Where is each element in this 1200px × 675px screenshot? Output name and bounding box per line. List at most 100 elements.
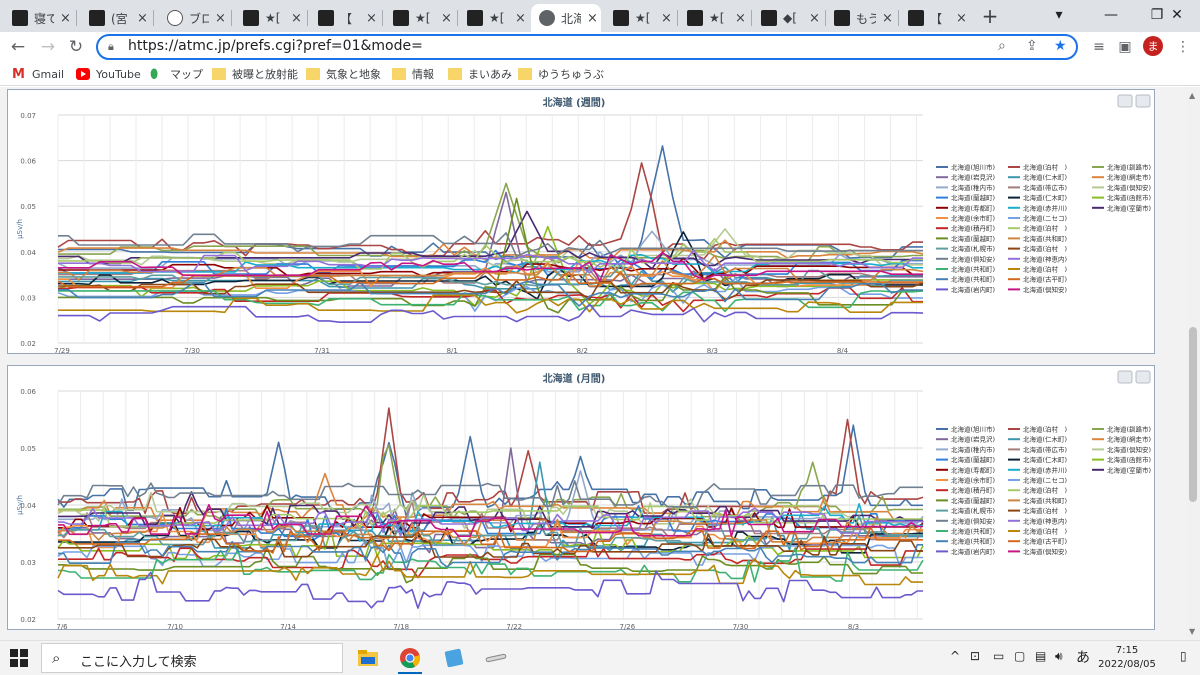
file-explorer-icon[interactable] — [354, 645, 382, 671]
tab-close-icon[interactable]: × — [291, 11, 302, 26]
bookmark-item[interactable]: M Gmail — [12, 65, 64, 83]
tab-close-icon[interactable]: × — [661, 11, 672, 26]
legend-label[interactable]: 北海道(室蘭市) — [1107, 465, 1151, 474]
browser-tab[interactable]: 【× — [310, 4, 380, 32]
browser-tab[interactable]: もう × — [826, 4, 896, 32]
legend-label[interactable]: 北海道(倶知安) — [951, 254, 995, 263]
back-icon[interactable]: ← — [6, 36, 30, 58]
legend-label[interactable]: 北海道(泊村 ) — [1023, 244, 1067, 253]
bookmark-item[interactable]: 被曝と放射能 — [212, 65, 298, 83]
volume-icon[interactable]: 🔊︎ — [1055, 649, 1063, 664]
bookmark-item[interactable]: 気象と地象 — [306, 65, 381, 83]
taskbar-search[interactable]: ⌕ ここに入力して検索 — [41, 643, 343, 673]
scroll-down-icon[interactable]: ▼ — [1189, 627, 1195, 636]
bookmark-item[interactable]: ⬮ マップ — [150, 65, 203, 83]
legend-label[interactable]: 北海道(蘭越町) — [951, 234, 995, 243]
browser-tab[interactable]: ★[× — [605, 4, 675, 32]
legend-label[interactable]: 北海道(蘭越町) — [951, 455, 995, 464]
bookmark-item[interactable]: まいあみ — [448, 65, 512, 83]
notification-icon[interactable]: ▯ — [1180, 649, 1187, 663]
side-panel-icon[interactable]: ▣ — [1114, 36, 1136, 58]
legend-label[interactable]: 北海道(札幌市) — [951, 506, 995, 515]
legend-label[interactable]: 北海道(泊村 ) — [1023, 506, 1067, 515]
legend-label[interactable]: 北海道(倶知安) — [1023, 547, 1067, 556]
reading-list-icon[interactable]: ≡ — [1088, 36, 1110, 58]
profile-avatar[interactable]: ま — [1143, 36, 1163, 56]
legend-label[interactable]: 北海道(泊村 ) — [1023, 486, 1067, 495]
tab-close-icon[interactable]: × — [882, 11, 893, 26]
forward-icon[interactable]: → — [36, 36, 60, 58]
legend-label[interactable]: 北海道(共和町) — [951, 527, 995, 536]
menu-kebab-icon[interactable]: ⋮ — [1172, 36, 1194, 58]
browser-tab[interactable]: ★[× — [459, 4, 529, 32]
pen-app-icon[interactable] — [482, 645, 510, 671]
ime-indicator[interactable]: あ — [1076, 647, 1090, 667]
tab-close-icon[interactable]: × — [515, 11, 526, 26]
display-icon[interactable]: ▢ — [1014, 649, 1025, 663]
legend-label[interactable]: 北海道(旭川市) — [951, 425, 995, 434]
legend-label[interactable]: 北海道(倶知安) — [1107, 183, 1151, 192]
legend-label[interactable]: 北海道(余市町) — [951, 214, 995, 223]
legend-label[interactable]: 北海道(共和町) — [1023, 234, 1067, 243]
network-icon[interactable]: ▤ — [1035, 649, 1046, 663]
legend-label[interactable]: 北海道(泊村 ) — [1023, 265, 1067, 274]
legend-label[interactable]: 北海道(ニセコ) — [1023, 476, 1067, 485]
legend-label[interactable]: 北海道(神恵内) — [1023, 516, 1067, 525]
tab-close-icon[interactable]: × — [60, 11, 71, 26]
legend-label[interactable]: 北海道(泊村 ) — [1023, 163, 1067, 172]
zoom-icon[interactable]: ⌕ — [998, 38, 1006, 54]
legend-label[interactable]: 北海道(共和町) — [951, 265, 995, 274]
reload-icon[interactable]: ↻ — [64, 36, 88, 58]
legend-label[interactable]: 北海道(古平町) — [1023, 275, 1067, 284]
legend-label[interactable]: 北海道(岩内町) — [951, 547, 995, 556]
export-icon[interactable] — [1135, 94, 1151, 108]
legend-label[interactable]: 北海道(網走市) — [1107, 435, 1151, 444]
legend-label[interactable]: 北海道(釧路市) — [1107, 425, 1151, 434]
close-window-button[interactable]: ✕ — [1154, 0, 1200, 30]
legend-label[interactable]: 北海道(函館市) — [1107, 455, 1151, 464]
browser-tab[interactable]: ★[× — [679, 4, 749, 32]
new-tab-button[interactable]: + — [976, 4, 1004, 28]
print-icon[interactable] — [1117, 370, 1133, 384]
legend-label[interactable]: 北海道(稚内市) — [951, 445, 995, 454]
tray-chevron-icon[interactable]: ^ — [950, 649, 960, 663]
bookmark-star-icon[interactable]: ★ — [1054, 38, 1067, 54]
legend-label[interactable]: 北海道(岩内町) — [951, 285, 995, 294]
tab-close-icon[interactable]: × — [956, 11, 967, 26]
taskbar-clock[interactable]: 7:15 2022/08/05 — [1097, 644, 1157, 672]
legend-label[interactable]: 北海道(積丹町) — [951, 486, 995, 495]
legend-label[interactable]: 北海道(蘭越町) — [951, 496, 995, 505]
battery-icon[interactable]: ▭ — [993, 649, 1004, 663]
legend-label[interactable]: 北海道(赤井川) — [1023, 203, 1067, 212]
legend-label[interactable]: 北海道(共和町) — [951, 537, 995, 546]
tab-close-icon[interactable]: × — [366, 11, 377, 26]
bookmark-item[interactable]: YouTube — [76, 65, 141, 83]
scroll-up-icon[interactable]: ▲ — [1189, 91, 1195, 100]
legend-label[interactable]: 北海道(倶知安) — [1107, 445, 1151, 454]
legend-label[interactable]: 北海道(寿都町) — [951, 203, 995, 212]
legend-label[interactable]: 北海道(倶知安) — [1023, 285, 1067, 294]
legend-label[interactable]: 北海道(仁木町) — [1023, 455, 1067, 464]
legend-label[interactable]: 北海道(帯広市) — [1023, 183, 1067, 192]
legend-label[interactable]: 北海道(岩見沢) — [951, 173, 995, 182]
legend-label[interactable]: 北海道(岩見沢) — [951, 435, 995, 444]
legend-label[interactable]: 北海道(神恵内) — [1023, 254, 1067, 263]
windows-start-icon[interactable] — [10, 649, 28, 667]
legend-label[interactable]: 北海道(古平町) — [1023, 537, 1067, 546]
browser-tab[interactable]: ◆[× — [753, 4, 823, 32]
legend-label[interactable]: 北海道(共和町) — [1023, 496, 1067, 505]
legend-label[interactable]: 北海道(余市町) — [951, 476, 995, 485]
scrollbar-thumb[interactable] — [1189, 327, 1197, 502]
legend-label[interactable]: 北海道(帯広市) — [1023, 445, 1067, 454]
tab-close-icon[interactable]: × — [587, 11, 598, 26]
legend-label[interactable]: 北海道(仁木町) — [1023, 173, 1067, 182]
browser-tab[interactable]: ★[× — [235, 4, 305, 32]
tab-close-icon[interactable]: × — [137, 11, 148, 26]
tab-close-icon[interactable]: × — [441, 11, 452, 26]
legend-label[interactable]: 北海道(赤井川) — [1023, 465, 1067, 474]
lock-icon[interactable]: 🔒︎ — [108, 40, 114, 54]
bookmark-item[interactable]: 情報 — [392, 65, 434, 83]
print-icon[interactable] — [1117, 94, 1133, 108]
legend-label[interactable]: 北海道(網走市) — [1107, 173, 1151, 182]
browser-tab[interactable]: ★[× — [385, 4, 455, 32]
